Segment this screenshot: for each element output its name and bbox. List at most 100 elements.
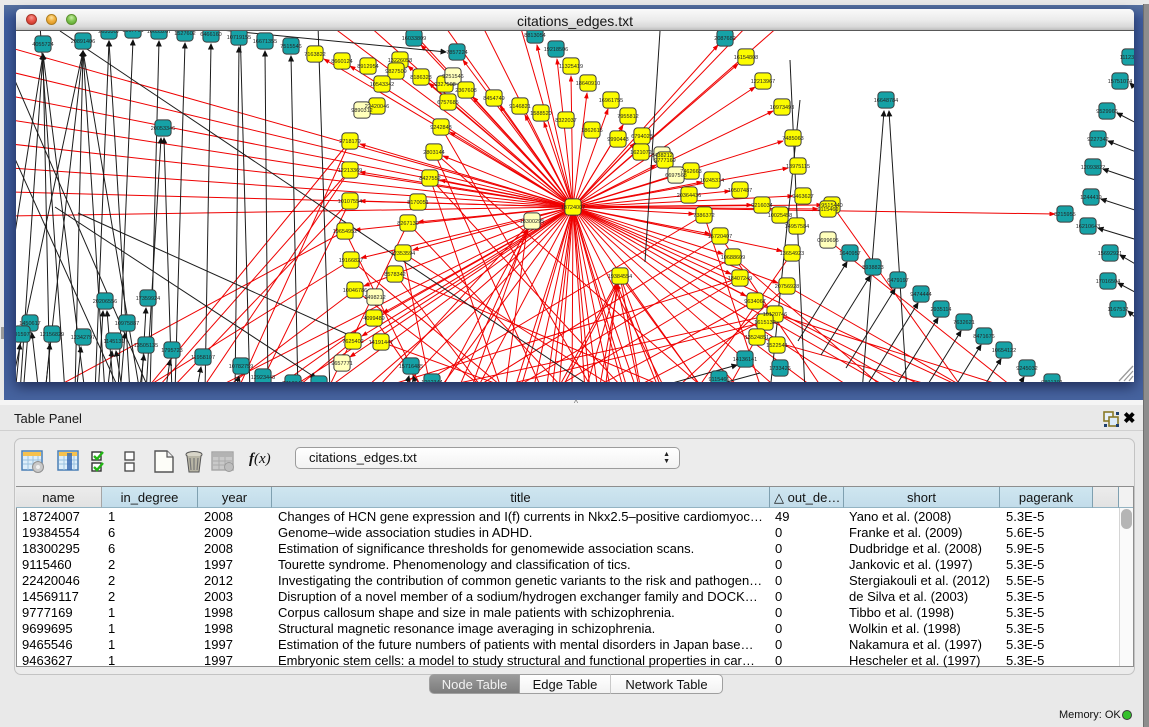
svg-text:12353594: 12353594 — [391, 251, 415, 257]
svg-text:15716485: 15716485 — [399, 364, 423, 370]
svg-text:12156829: 12156829 — [40, 332, 64, 338]
svg-text:9242848: 9242848 — [430, 125, 451, 131]
svg-text:1588520: 1588520 — [530, 111, 551, 117]
svg-text:12093822: 12093822 — [1081, 165, 1105, 171]
svg-text:10025458: 10025458 — [768, 213, 792, 219]
svg-text:1522541: 1522541 — [766, 343, 787, 349]
svg-text:20891406: 20891406 — [71, 39, 95, 45]
svg-text:15720407: 15720407 — [708, 234, 732, 240]
svg-text:9891391: 9891391 — [1041, 380, 1062, 382]
svg-text:19166827: 19166827 — [339, 258, 363, 264]
svg-text:13654923: 13654923 — [780, 251, 804, 257]
svg-text:9216034: 9216034 — [751, 203, 772, 209]
svg-text:1292344: 1292344 — [421, 380, 442, 382]
svg-text:8170051: 8170051 — [407, 200, 428, 206]
svg-text:1244419: 1244419 — [1080, 195, 1101, 201]
svg-text:12923448: 12923448 — [251, 375, 275, 381]
svg-text:3915971: 3915971 — [16, 332, 33, 338]
svg-text:2367608: 2367608 — [455, 88, 476, 94]
svg-text:17016504: 17016504 — [1096, 279, 1120, 285]
svg-text:17359924: 17359924 — [136, 296, 160, 302]
svg-text:16648784: 16648784 — [874, 98, 898, 104]
svg-text:20756928: 20756928 — [775, 284, 799, 290]
svg-text:7857224: 7857224 — [446, 50, 467, 56]
svg-text:10107554: 10107554 — [338, 199, 362, 205]
svg-text:10046786: 10046786 — [343, 288, 367, 294]
svg-text:15692921: 15692921 — [1098, 251, 1122, 257]
svg-text:2935114: 2935114 — [930, 307, 951, 313]
svg-text:12213369: 12213369 — [338, 168, 362, 174]
svg-text:9227342: 9227342 — [1087, 137, 1108, 143]
svg-text:19218506: 19218506 — [544, 47, 568, 53]
svg-text:9657771: 9657771 — [331, 361, 352, 367]
svg-text:4055724: 4055724 — [32, 42, 53, 48]
svg-text:1640957: 1640957 — [839, 251, 860, 257]
svg-text:1167532: 1167532 — [1107, 307, 1128, 313]
svg-text:16210643: 16210643 — [1076, 224, 1100, 230]
svg-text:10654122: 10654122 — [992, 348, 1016, 354]
svg-text:6479197: 6479197 — [887, 278, 908, 284]
svg-text:2718179: 2718179 — [339, 139, 360, 145]
svg-text:1733426: 1733426 — [769, 366, 790, 372]
svg-text:9474444: 9474444 — [910, 292, 931, 298]
svg-text:16154808: 16154808 — [734, 55, 758, 61]
svg-text:9251546: 9251546 — [442, 74, 463, 80]
svg-text:2087682: 2087682 — [714, 36, 735, 42]
svg-text:2633307: 2633307 — [98, 31, 119, 35]
svg-text:8454749: 8454749 — [483, 96, 504, 102]
svg-text:1498212: 1498212 — [364, 295, 385, 301]
svg-text:8471676: 8471676 — [973, 334, 994, 340]
svg-text:8186328: 8186328 — [410, 75, 431, 81]
svg-text:9463627: 9463627 — [792, 194, 813, 200]
svg-text:9777169: 9777169 — [654, 158, 675, 164]
svg-text:8938823: 8938823 — [862, 265, 883, 271]
svg-text:20364436: 20364436 — [677, 193, 701, 199]
svg-text:13975115: 13975115 — [786, 164, 810, 170]
svg-text:1112345: 1112345 — [1120, 55, 1134, 61]
svg-text:1795723: 1795723 — [161, 348, 182, 354]
svg-text:20053346: 20053346 — [151, 126, 175, 132]
svg-text:9634067: 9634067 — [744, 299, 765, 305]
svg-text:8578342: 8578342 — [384, 272, 405, 278]
svg-text:14957584: 14957584 — [785, 224, 809, 230]
svg-text:8813054: 8813054 — [524, 33, 545, 39]
svg-text:7485063: 7485063 — [782, 136, 803, 142]
svg-text:10245314: 10245314 — [700, 178, 724, 184]
svg-text:8322037: 8322037 — [555, 118, 576, 124]
svg-text:13226058: 13226058 — [388, 58, 412, 64]
svg-text:1527602: 1527602 — [174, 31, 195, 37]
svg-text:18640910: 18640910 — [576, 81, 600, 87]
svg-text:16671355: 16671355 — [253, 39, 277, 45]
svg-text:7163822: 7163822 — [304, 52, 325, 58]
svg-text:8215955: 8215955 — [1054, 212, 1075, 218]
svg-text:8427552: 8427552 — [419, 176, 440, 182]
svg-text:16033809: 16033809 — [402, 36, 426, 42]
svg-text:10653267: 10653267 — [147, 31, 171, 35]
svg-text:9146821: 9146821 — [509, 104, 530, 110]
svg-text:1621072: 1621072 — [630, 150, 651, 156]
svg-text:9115460: 9115460 — [817, 207, 838, 213]
svg-text:1145131: 1145131 — [103, 339, 124, 345]
svg-text:0699695: 0699695 — [817, 238, 838, 244]
svg-text:6757685: 6757685 — [437, 100, 458, 106]
svg-text:14191447: 14191447 — [369, 340, 393, 346]
svg-text:10120746: 10120746 — [763, 312, 787, 318]
svg-text:7955812: 7955812 — [617, 114, 638, 120]
svg-text:9827509: 9827509 — [385, 69, 406, 75]
svg-text:16961755: 16961755 — [599, 98, 623, 104]
svg-text:19654952: 19654952 — [333, 229, 357, 235]
svg-text:9890312: 9890312 — [351, 108, 372, 114]
svg-text:8267130: 8267130 — [397, 221, 418, 227]
svg-text:14136141: 14136141 — [733, 357, 757, 363]
svg-text:1067791: 1067791 — [122, 31, 143, 34]
svg-text:10688609: 10688609 — [721, 255, 745, 261]
svg-text:18724007: 18724007 — [561, 205, 585, 211]
svg-text:1615132: 1615132 — [754, 320, 775, 326]
svg-text:10507487: 10507487 — [728, 188, 752, 194]
svg-text:9529966: 9529966 — [1096, 109, 1117, 115]
svg-text:8660124: 8660124 — [331, 59, 352, 65]
svg-text:7386372: 7386372 — [693, 213, 714, 219]
svg-text:10719155: 10719155 — [227, 35, 251, 41]
svg-text:1862615: 1862615 — [581, 128, 602, 134]
svg-text:10973493: 10973493 — [770, 105, 794, 111]
